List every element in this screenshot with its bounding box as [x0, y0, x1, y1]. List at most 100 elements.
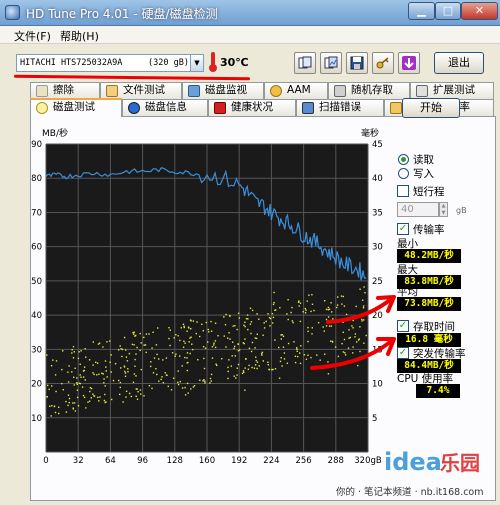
y2-tick-label: 10: [372, 380, 383, 390]
access-time-point: [133, 333, 135, 335]
access-time-point: [236, 328, 238, 331]
access-time-point: [190, 388, 192, 390]
drive-select[interactable]: HITACHI HTS725032A9A (320 gB): [16, 54, 204, 72]
access-time-point: [272, 303, 275, 306]
tab-benchmark[interactable]: 磁盘测试: [30, 98, 122, 117]
x-tick-label: 320gB: [354, 456, 382, 466]
read-radio[interactable]: [398, 154, 409, 165]
access-time-point: [213, 344, 215, 346]
access-time-point: [184, 394, 187, 396]
access-time-point: [247, 328, 249, 331]
access-time-point: [237, 363, 240, 366]
save-button[interactable]: [346, 52, 368, 74]
access-time-point: [234, 325, 236, 327]
access-time-point: [224, 324, 227, 326]
access-time-point: [123, 336, 126, 339]
short-stroke-unit: gB: [456, 206, 467, 215]
access-time-point: [311, 294, 313, 296]
download-button[interactable]: [398, 52, 420, 74]
tab-extra-tests[interactable]: 扩展测试: [410, 82, 494, 99]
access-time-point: [306, 300, 308, 302]
y-tick-label: 10: [31, 414, 42, 424]
chevron-down-icon[interactable]: ▼: [190, 54, 204, 72]
short-stroke-checkbox[interactable]: [397, 185, 409, 197]
access-time-point: [119, 386, 121, 389]
close-button[interactable]: ✕: [461, 2, 498, 20]
access-time-point: [143, 395, 145, 397]
x-tick-label: 0: [43, 456, 48, 466]
burst-rate-checkbox[interactable]: ✓: [397, 347, 409, 359]
access-time-point: [192, 386, 195, 388]
y-tick-label: 50: [31, 277, 42, 287]
access-time-point: [244, 321, 246, 323]
menu-help[interactable]: 帮助(H): [60, 28, 99, 44]
access-time-point: [287, 318, 289, 321]
access-time-value: 16.8 毫秒: [397, 333, 461, 347]
tab-disk-monitor[interactable]: 磁盘监视: [182, 82, 264, 99]
copy-graph-button[interactable]: [320, 52, 342, 74]
access-time-point: [179, 339, 181, 342]
access-time-point: [267, 361, 269, 363]
access-time-point: [247, 318, 249, 320]
access-time-label: 存取时间: [413, 321, 455, 333]
access-time-checkbox[interactable]: ✓: [397, 320, 409, 332]
access-time-point: [186, 352, 189, 354]
y2-tick-label: 35: [372, 208, 383, 218]
access-time-point: [204, 380, 206, 382]
copy-info-button[interactable]: [294, 52, 316, 74]
access-time-point: [102, 346, 104, 348]
tab-random-access[interactable]: 随机存取: [328, 82, 410, 99]
access-time-point: [305, 309, 307, 311]
access-time-point: [83, 366, 86, 368]
access-time-point: [255, 359, 257, 362]
access-time-point: [88, 359, 91, 361]
tab-aam[interactable]: AAM: [264, 82, 328, 99]
access-time-point: [280, 357, 282, 359]
access-time-point: [83, 396, 86, 399]
access-time-point: [139, 332, 141, 335]
access-time-point: [271, 368, 273, 371]
y-tick-label: 80: [31, 174, 42, 184]
access-time-point: [73, 351, 75, 353]
access-time-point: [179, 355, 181, 357]
access-time-point: [62, 389, 64, 391]
start-button[interactable]: 开始: [402, 98, 460, 118]
write-radio[interactable]: [398, 168, 409, 179]
access-time-point: [237, 312, 240, 314]
y2-tick-label: 25: [372, 277, 383, 287]
download-arrow-icon: [402, 56, 416, 70]
exit-button[interactable]: 退出: [434, 52, 484, 74]
access-time-point: [120, 367, 122, 369]
options-button[interactable]: [372, 52, 394, 74]
tab-erase[interactable]: 擦除: [30, 82, 100, 99]
access-time-point: [203, 357, 205, 360]
access-time-point: [77, 357, 80, 360]
minimize-button[interactable]: ▁: [408, 2, 435, 20]
access-time-point: [304, 307, 306, 310]
menu-file[interactable]: 文件(F): [14, 28, 51, 44]
access-time-point: [183, 326, 185, 329]
access-time-point: [223, 316, 225, 318]
maximize-button[interactable]: □: [435, 2, 461, 20]
access-time-point: [202, 380, 204, 382]
transfer-rate-checkbox[interactable]: ✓: [397, 223, 409, 235]
access-time-point: [150, 365, 152, 368]
access-time-point: [213, 342, 215, 344]
access-time-point: [210, 373, 213, 376]
access-time-point: [152, 331, 154, 333]
access-time-point: [93, 395, 95, 397]
access-time-point: [46, 396, 48, 398]
access-time-point: [150, 361, 152, 363]
access-time-point: [251, 341, 254, 344]
access-time-point: [79, 363, 81, 365]
tab-file-benchmark[interactable]: 文件测试: [100, 82, 182, 99]
access-time-point: [97, 396, 99, 399]
access-time-point: [229, 338, 231, 340]
read-label: 读取: [413, 154, 434, 166]
access-time-point: [193, 385, 196, 387]
access-time-point: [271, 313, 274, 315]
access-time-point: [254, 364, 257, 366]
access-time-point: [243, 342, 245, 345]
short-stroke-input[interactable]: 40: [397, 202, 439, 217]
short-stroke-stepper[interactable]: ▲ ▼: [439, 202, 448, 217]
